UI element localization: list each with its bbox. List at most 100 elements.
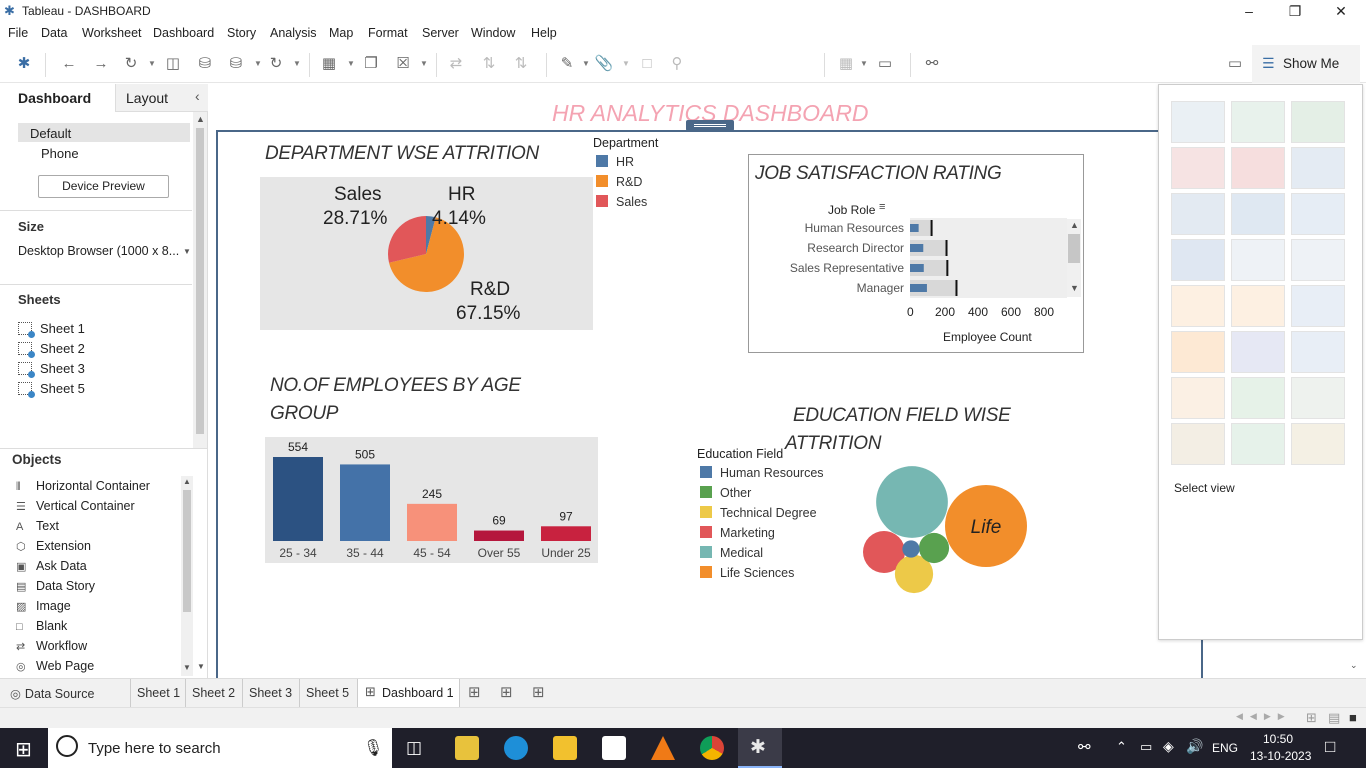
chart-type-histogram-icon[interactable] [1231,377,1285,419]
dept-pie-chart[interactable] [260,177,593,330]
windows-start-icon[interactable]: ⊞ [15,737,32,762]
chart-type-stacked-bars-icon[interactable] [1231,193,1285,235]
legend-item-technical-degree[interactable]: Technical Degree [700,506,817,520]
edge-icon[interactable] [504,736,528,760]
tab-dashboard-1[interactable]: ⊞ Dashboard 1 [357,679,460,707]
notification-icon[interactable]: □ [1325,737,1335,757]
chart-type-dual-lines-icon[interactable] [1291,285,1345,327]
filmstrip-icon[interactable]: ▤ [1328,710,1340,726]
chart-type-symbol-map-icon[interactable] [1171,147,1225,189]
chart-type-side-by-side-bars-icon[interactable] [1291,193,1345,235]
tab-sheet-1[interactable]: Sheet 1 [137,686,180,700]
duplicate-icon[interactable]: ❐ [360,54,382,74]
object-horizontal-container[interactable]: ⫴ Horizontal Container [16,479,150,494]
age-bar[interactable] [541,526,591,541]
new-worksheet-icon[interactable]: ▦ [318,54,340,74]
device-preview-button[interactable]: Device Preview [38,175,169,198]
menu-analysis[interactable]: Analysis [270,26,317,40]
sheet-item-1[interactable]: Sheet 1 [18,321,85,338]
attach-icon[interactable]: 📎 [593,54,615,74]
job-bar[interactable] [910,284,927,292]
objects-scrollbar[interactable]: ▲ ▼ [181,476,193,676]
object-workflow[interactable]: ⇄ Workflow [16,639,87,653]
legend-item-r-d[interactable]: R&D [596,175,642,189]
new-datasource-icon[interactable]: ⛁ [194,54,216,74]
chrome-icon[interactable] [700,736,724,760]
new-worksheet-tab-icon[interactable]: ⊞ [468,683,481,701]
legend-item-hr[interactable]: HR [596,155,634,169]
mail-icon[interactable] [602,736,626,760]
legend-item-other[interactable]: Other [700,486,751,500]
tableau-taskbar-button[interactable]: ✱ [738,728,782,768]
job-scrollbar[interactable]: ▲ ▼ [1067,219,1081,297]
clock-date[interactable]: 13-10-2023 [1250,749,1311,763]
chart-type-gantt-icon[interactable] [1171,423,1225,465]
chart-type-text-table-icon[interactable] [1171,101,1225,143]
data-source-tab[interactable]: ◎ Data Source [10,686,94,701]
object-vertical-container[interactable]: ☰ Vertical Container [16,499,135,513]
chart-type-packed-bubbles-icon[interactable] [1291,423,1345,465]
age-bar-chart[interactable]: 554 25 - 34 505 35 - 44 245 45 - 54 69 Over 55 9… [265,437,598,563]
legend-item-sales[interactable]: Sales [596,195,647,209]
device-default[interactable]: Default [18,123,190,142]
minimize-button[interactable]: – [1226,0,1272,23]
sheet-item-3[interactable]: Sheet 3 [18,361,85,378]
tableau-home-icon[interactable]: ✱ [13,54,35,74]
replay-icon[interactable]: ↻ [120,54,142,74]
menu-data[interactable]: Data [41,26,67,40]
object-web-page[interactable]: ◎ Web Page [16,659,94,673]
age-bar-panel[interactable]: 554 25 - 34 505 35 - 44 245 45 - 54 69 Over 55 9… [265,437,598,563]
chart-type-continuous-lines-icon[interactable] [1171,285,1225,327]
menu-story[interactable]: Story [227,26,256,40]
age-bar[interactable] [340,464,390,541]
swap-icon[interactable]: ⇄ [445,54,467,74]
tab-sheet-3[interactable]: Sheet 3 [249,686,292,700]
bubble-medical[interactable] [876,466,948,538]
chart-type-area-continuous-icon[interactable] [1171,331,1225,373]
highlight-icon[interactable]: ✎ [556,54,578,74]
clock-time[interactable]: 10:50 [1263,732,1293,746]
show-me-button[interactable]: ☰ Show Me [1252,45,1360,83]
pin-icon[interactable]: ⚲ [666,54,688,74]
tab-layout[interactable]: Layout ‹ [115,84,208,112]
bubble-other[interactable] [918,532,950,564]
chart-type-filled-map-icon[interactable] [1231,147,1285,189]
size-caret-icon[interactable]: ▼ [183,247,191,256]
object-extension[interactable]: ⬡ Extension [16,539,91,553]
sheet-nav-icons[interactable]: ◀◀▶▶ [1236,711,1292,722]
menu-dashboard[interactable]: Dashboard [153,26,214,40]
chart-type-heat-map-icon[interactable] [1231,101,1285,143]
chart-type-horizontal-bars-icon[interactable] [1171,193,1225,235]
pause-updates-icon[interactable]: ⛁ [225,54,247,74]
collapse-icon[interactable]: ‹ [195,88,200,104]
chart-type-pie-icon[interactable] [1291,147,1345,189]
chart-type-side-by-side-circles-icon[interactable] [1291,239,1345,281]
age-bar[interactable] [474,530,524,541]
volume-icon[interactable]: 🔊 [1186,738,1203,755]
battery-icon[interactable]: ▭ [1140,739,1152,755]
menu-window[interactable]: Window [471,26,515,40]
people-icon[interactable]: ⚯ [1078,738,1091,756]
presentation-icon[interactable]: ▭ [874,54,896,74]
edu-bubble-chart[interactable]: Life [855,460,1035,600]
menu-help[interactable]: Help [531,26,557,40]
maximize-button[interactable]: ❐ [1272,0,1318,23]
refresh-icon[interactable]: ↻ [265,54,287,74]
clear-sheet-icon[interactable]: ☒ [392,54,414,74]
chart-type-highlight-table-icon[interactable] [1291,101,1345,143]
chart-type-bullet-graph-icon[interactable] [1231,423,1285,465]
job-satisfaction-chart[interactable]: Human Resources Research Director Sales Re… [760,218,1082,300]
object-text[interactable]: A Text [16,519,59,533]
sheet-item-2[interactable]: Sheet 2 [18,341,85,358]
sheet-item-5[interactable]: Sheet 5 [18,381,85,398]
chart-type-circle-views-icon[interactable] [1231,239,1285,281]
dept-pie-panel[interactable]: Sales 28.71% HR 4.14% R&D 67.15% [260,177,593,330]
save-icon[interactable]: ◫ [162,54,184,74]
chart-type-dual-combination-icon[interactable] [1291,331,1345,373]
legend-item-life-sciences[interactable]: Life Sciences [700,566,794,580]
share-icon[interactable]: ⚯ [921,54,943,74]
container-handle[interactable] [686,120,734,131]
redo-icon[interactable]: → [90,54,112,74]
chevron-up-icon[interactable]: ⌃ [1116,739,1127,755]
age-bar[interactable] [407,503,457,541]
